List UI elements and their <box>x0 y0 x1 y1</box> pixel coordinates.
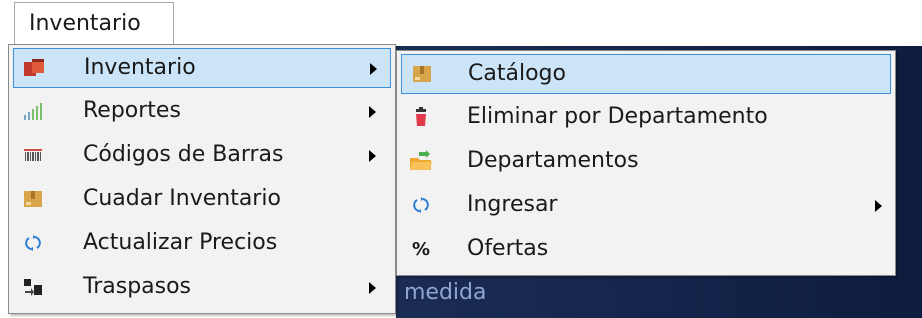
background-partial-text: medida <box>404 280 487 305</box>
folder-icon <box>409 149 433 173</box>
barcode-icon <box>21 143 45 167</box>
submenu-arrow-icon <box>369 282 376 294</box>
inventario-dropdown-menu: Inventario Reportes Códigos de Barras Cu… <box>8 44 396 314</box>
menu-item-label: Catálogo <box>468 61 566 86</box>
menu-item-label: Códigos de Barras <box>83 142 284 167</box>
menu-item-label: Traspasos <box>83 274 192 299</box>
menu-item-reportes[interactable]: Reportes <box>13 92 391 132</box>
menu-item-label: Eliminar por Departamento <box>467 104 768 129</box>
menu-item-cuadar-inventario[interactable]: Cuadar Inventario <box>13 180 391 220</box>
menu-item-codigos-de-barras[interactable]: Códigos de Barras <box>13 136 391 176</box>
menubar-item-inventario[interactable]: Inventario <box>14 2 174 46</box>
menu-item-eliminar-por-departamento[interactable]: Eliminar por Departamento <box>401 98 891 138</box>
inventario-submenu: Catálogo Eliminar por Departamento Depar… <box>396 50 896 276</box>
submenu-arrow-icon <box>369 106 376 118</box>
submenu-arrow-icon <box>875 200 882 212</box>
submenu-arrow-icon <box>369 150 376 162</box>
submenu-arrow-icon <box>370 63 377 75</box>
menu-item-ofertas[interactable]: % Ofertas <box>401 230 891 270</box>
menu-item-catalogo[interactable]: Catálogo <box>401 54 891 94</box>
menu-item-label: Ofertas <box>467 236 549 261</box>
menu-item-label: Cuadar Inventario <box>83 186 281 211</box>
bar-chart-icon <box>21 99 45 123</box>
refresh-icon <box>409 193 433 217</box>
percent-icon: % <box>411 238 431 260</box>
boxes-icon <box>22 56 46 80</box>
menu-item-label: Inventario <box>84 55 196 80</box>
menu-item-label: Departamentos <box>467 148 639 173</box>
menu-item-label: Ingresar <box>467 192 558 217</box>
menu-item-inventario[interactable]: Inventario <box>13 48 391 88</box>
menu-item-label: Actualizar Precios <box>83 230 278 255</box>
menu-item-actualizar-precios[interactable]: Actualizar Precios <box>13 224 391 264</box>
transfer-icon <box>21 275 45 299</box>
menu-item-departamentos[interactable]: Departamentos <box>401 142 891 182</box>
package-icon <box>21 187 45 211</box>
menubar: Inventario <box>0 0 922 46</box>
refresh-icon <box>21 231 45 255</box>
trash-icon <box>409 105 433 129</box>
menu-item-ingresar[interactable]: Ingresar <box>401 186 891 226</box>
menu-item-traspasos[interactable]: Traspasos <box>13 268 391 308</box>
package-icon <box>410 62 434 86</box>
menu-item-label: Reportes <box>83 98 181 123</box>
